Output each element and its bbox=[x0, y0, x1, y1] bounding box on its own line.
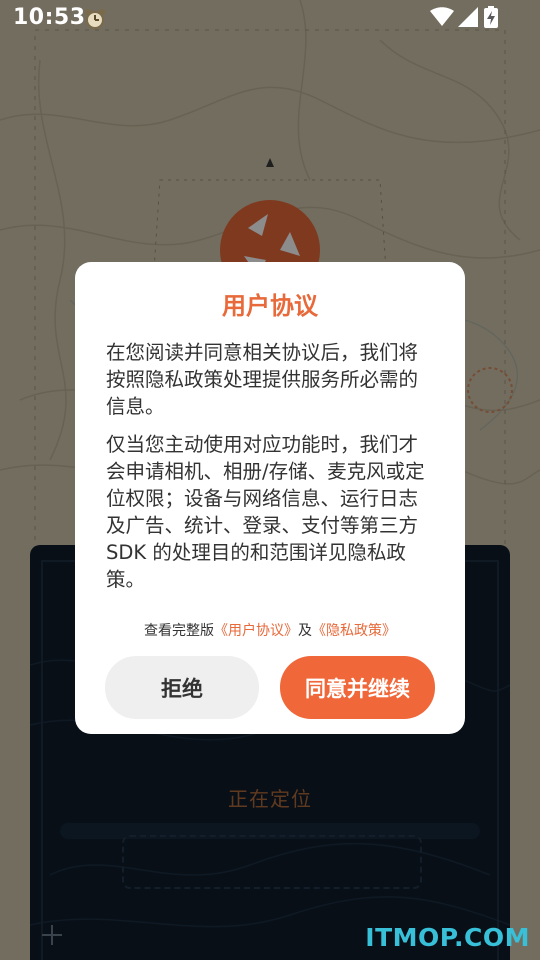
wifi-icon bbox=[430, 7, 454, 26]
agree-continue-button[interactable]: 同意并继续 bbox=[280, 656, 435, 719]
alarm-icon bbox=[85, 9, 105, 29]
dialog-paragraph-2: 仅当您主动使用对应功能时，我们才会申请相机、相册/存储、麦克风或定位权限；设备与… bbox=[106, 433, 425, 591]
reject-button[interactable]: 拒绝 bbox=[105, 656, 259, 719]
agreement-links: 查看完整版《用户协议》及《隐私政策》 bbox=[75, 620, 465, 640]
app-screen: 正在定位 10:53 用户协议 在您阅读并同意相关协议后，我们将按照隐私政策处理… bbox=[0, 0, 540, 960]
status-time: 10:53 bbox=[13, 5, 86, 30]
user-agreement-link[interactable]: 《用户协议》 bbox=[214, 623, 298, 639]
battery-icon bbox=[484, 6, 498, 28]
signal-icon bbox=[458, 7, 478, 27]
user-agreement-dialog: 用户协议 在您阅读并同意相关协议后，我们将按照隐私政策处理提供服务所必需的信息。… bbox=[75, 262, 465, 734]
links-and: 及 bbox=[298, 623, 312, 639]
links-prefix: 查看完整版 bbox=[144, 623, 214, 639]
status-bar: 10:53 bbox=[0, 0, 540, 38]
privacy-policy-link[interactable]: 《隐私政策》 bbox=[312, 623, 396, 639]
watermark-text: ITMOP.COM bbox=[365, 923, 530, 952]
dialog-title: 用户协议 bbox=[222, 292, 318, 320]
dialog-paragraph-1: 在您阅读并同意相关协议后，我们将按照隐私政策处理提供服务所必需的信息。 bbox=[106, 341, 419, 418]
